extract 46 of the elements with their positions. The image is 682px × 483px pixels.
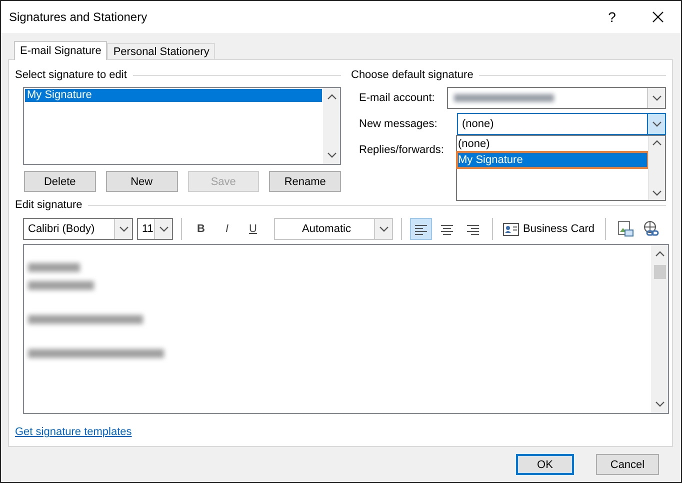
caret-icon	[652, 140, 662, 146]
tab[interactable]: E-mail Signature	[14, 41, 108, 60]
tab[interactable]: Personal Stationery	[107, 43, 216, 59]
contact-card-icon	[503, 222, 519, 236]
font-dropdown[interactable]: Calibri (Body)	[23, 218, 133, 240]
business-card-button[interactable]: Business Card	[501, 218, 597, 240]
group-title: Edit signature	[15, 199, 82, 211]
signature-button[interactable]: New	[106, 171, 178, 192]
blurred-text	[28, 263, 80, 272]
scroll-bar[interactable]	[651, 245, 668, 413]
align-left-icon[interactable]	[410, 218, 432, 240]
dropdown-option[interactable]: My Signature	[457, 152, 648, 168]
caret-icon	[654, 401, 664, 407]
help-button[interactable]: ?	[589, 9, 635, 25]
caret-icon	[326, 152, 336, 158]
blurred-text	[28, 281, 94, 290]
signature-button[interactable]: Delete	[24, 171, 96, 192]
caret-icon	[118, 226, 128, 232]
scroll-bar[interactable]	[648, 136, 665, 200]
dropdown-option[interactable]: (none)	[457, 136, 648, 152]
caret-icon	[652, 121, 662, 127]
caret-icon	[652, 190, 662, 196]
size-dropdown[interactable]: 11	[137, 218, 173, 240]
caret-icon	[654, 251, 664, 257]
signature-button[interactable]: Rename	[269, 171, 341, 192]
caret-icon	[378, 226, 388, 232]
color-dropdown[interactable]: Automatic	[274, 218, 393, 240]
caret-icon	[158, 226, 168, 232]
italic-button[interactable]: I	[216, 218, 238, 240]
dialog-button[interactable]: Cancel	[596, 454, 659, 475]
dialog-button[interactable]: OK	[516, 454, 574, 475]
window-title: Signatures and Stationery	[9, 10, 148, 24]
caret-icon	[326, 94, 336, 100]
group-title: Select signature to edit	[15, 69, 127, 81]
signature-item[interactable]: My Signature	[25, 89, 322, 102]
group-title: Choose default signature	[351, 69, 474, 81]
field-label: Replies/forwards:	[359, 144, 445, 156]
field-label: E-mail account:	[359, 92, 436, 104]
scroll-thumb[interactable]	[654, 265, 666, 279]
field-label: New messages:	[359, 118, 438, 130]
bold-button[interactable]: B	[190, 218, 212, 240]
scroll-bar[interactable]	[323, 88, 340, 164]
templates-link[interactable]: Get signature templates	[15, 426, 132, 438]
account-dropdown[interactable]	[447, 87, 666, 109]
underline-button[interactable]: U	[242, 218, 264, 240]
caret-icon	[652, 95, 662, 101]
